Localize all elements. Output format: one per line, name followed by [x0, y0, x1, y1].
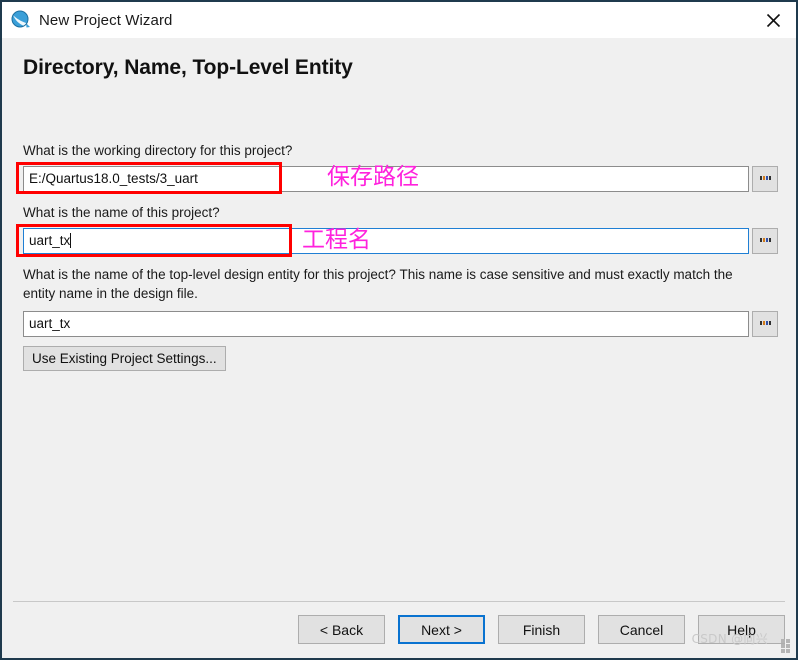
top-level-entity-question: What is the name of the top-level design… [23, 267, 733, 301]
top-level-entity-browse-button[interactable] [752, 311, 778, 337]
close-icon[interactable] [750, 2, 796, 38]
project-name-value: uart_tx [29, 233, 71, 248]
new-project-wizard-dialog: New Project Wizard Directory, Name, Top-… [0, 0, 798, 660]
ellipsis-icon [759, 320, 771, 325]
next-button[interactable]: Next > [398, 615, 485, 644]
cancel-button[interactable]: Cancel [598, 615, 685, 644]
top-level-entity-input[interactable]: uart_tx [23, 311, 749, 337]
quartus-globe-icon [11, 10, 31, 30]
working-directory-input[interactable]: E:/Quartus18.0_tests/3_uart [23, 166, 749, 192]
working-directory-question: What is the working directory for this p… [23, 143, 293, 158]
project-name-question: What is the name of this project? [23, 205, 220, 220]
resize-grip[interactable] [781, 639, 792, 654]
finish-button[interactable]: Finish [498, 615, 585, 644]
use-existing-project-settings-button[interactable]: Use Existing Project Settings... [23, 346, 226, 371]
project-name-input[interactable]: uart_tx [23, 228, 749, 254]
working-directory-browse-button[interactable] [752, 166, 778, 192]
top-level-entity-row: uart_tx [23, 311, 778, 337]
page-title: Directory, Name, Top-Level Entity [23, 56, 353, 79]
working-directory-row: E:/Quartus18.0_tests/3_uart [23, 166, 778, 192]
back-button[interactable]: < Back [298, 615, 385, 644]
project-name-row: uart_tx [23, 228, 778, 254]
project-name-browse-button[interactable] [752, 228, 778, 254]
dialog-content: Directory, Name, Top-Level Entity What i… [2, 38, 796, 599]
window-title: New Project Wizard [39, 11, 173, 29]
text-caret [70, 233, 72, 248]
ellipsis-icon [759, 175, 771, 180]
watermark: CSDN @向兴 [691, 632, 768, 646]
title-bar: New Project Wizard [2, 0, 796, 38]
ellipsis-icon [759, 237, 771, 242]
dialog-footer: < Back Next > Finish Cancel Help CSDN @向… [2, 601, 796, 658]
footer-separator [13, 601, 785, 602]
